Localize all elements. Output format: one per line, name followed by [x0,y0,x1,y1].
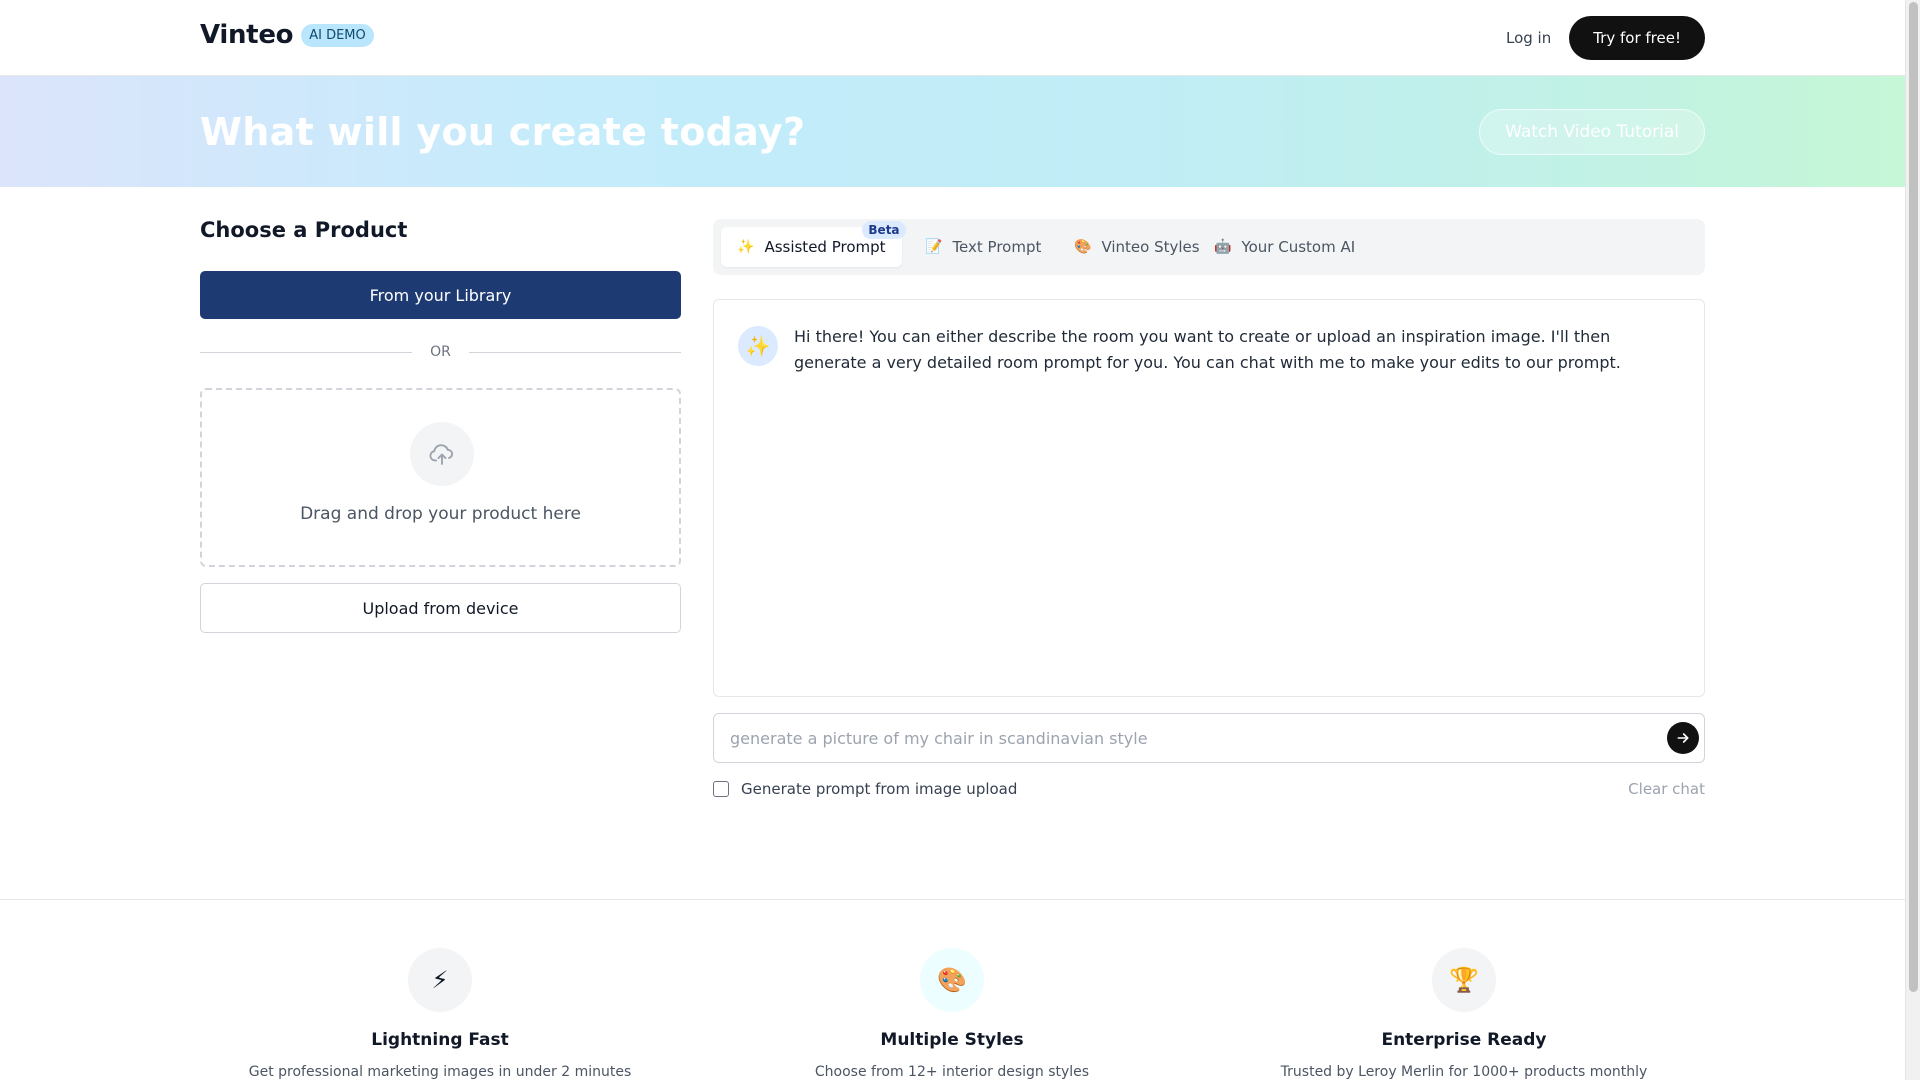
tab-label: Assisted Prompt [764,238,886,256]
or-divider: OR [200,342,681,362]
feature-title: Enterprise Ready [1381,1030,1547,1050]
assistant-avatar-sparkles-icon: ✨ [738,326,778,366]
top-nav: Vinteo AI DEMO Log in Try for free! [0,0,1905,76]
checkbox-label: Generate prompt from image upload [741,780,1018,798]
page-scrollbar[interactable] [1905,0,1920,1080]
robot-icon: 🤖 [1214,239,1232,255]
chat-input-row [713,713,1705,763]
ai-demo-badge: AI DEMO [301,23,374,47]
feature-title: Multiple Styles [880,1030,1024,1050]
try-for-free-button[interactable]: Try for free! [1569,16,1705,60]
tab-label: Text Prompt [952,238,1042,256]
tab-your-custom-ai[interactable]: 🤖 Your Custom AI [1198,227,1371,267]
login-link[interactable]: Log in [1504,21,1553,55]
tab-text-prompt[interactable]: 📝 Text Prompt [909,227,1057,267]
chat-window[interactable]: ✨ Hi there! You can either describe the … [713,299,1705,697]
feature-multiple-styles: 🎨 Multiple Styles Choose from 12+ interi… [696,948,1208,1080]
scrollbar-thumb[interactable] [1909,2,1918,992]
upload-from-device-button[interactable]: Upload from device [200,583,681,633]
feature-title: Lightning Fast [371,1030,509,1050]
feature-lightning-fast: ⚡ Lightning Fast Get professional market… [184,948,696,1080]
hero-banner: What will you create today? Watch Video … [0,76,1905,187]
generate-from-image-option: Generate prompt from image upload [713,780,1017,798]
brand-logo-text: Vinteo [200,20,294,50]
feature-enterprise-ready: 🏆 Enterprise Ready Trusted by Leroy Merl… [1208,948,1720,1080]
palette-icon: 🎨 [1074,239,1092,255]
cloud-upload-icon [410,422,474,486]
feature-description: Choose from 12+ interior design styles [814,1064,1090,1080]
clear-chat-link[interactable]: Clear chat [1628,780,1705,798]
palette-icon: 🎨 [920,948,984,1012]
prompt-tabs: ✨ Assisted Prompt Beta 📝 Text Prompt 🎨 V… [713,219,1705,275]
send-button[interactable] [1667,722,1699,754]
generate-from-image-checkbox[interactable] [713,781,729,797]
divider-line [200,351,413,353]
feature-description: Get professional marketing images in und… [248,1064,632,1080]
product-dropzone[interactable]: Drag and drop your product here [200,388,681,567]
product-panel: Choose a Product From your Library OR Dr… [200,218,681,633]
chat-input[interactable] [730,714,1630,762]
lightning-icon: ⚡ [408,948,472,1012]
tab-assisted-prompt[interactable]: ✨ Assisted Prompt Beta [721,221,906,267]
tab-vinteo-styles[interactable]: 🎨 Vinteo Styles [1058,227,1216,267]
feature-description: Trusted by Leroy Merlin for 1000+ produc… [1280,1064,1648,1080]
trophy-icon: 🏆 [1432,948,1496,1012]
dropzone-text: Drag and drop your product here [300,504,581,524]
brand[interactable]: Vinteo AI DEMO [200,20,374,50]
from-library-button[interactable]: From your Library [200,271,681,319]
header-actions: Log in Try for free! [1504,16,1705,60]
choose-product-heading: Choose a Product [200,218,408,242]
tab-label: Vinteo Styles [1101,238,1200,256]
watch-video-tutorial-button[interactable]: Watch Video Tutorial [1479,109,1705,155]
page: Vinteo AI DEMO Log in Try for free! What… [0,0,1905,1080]
features-section: ⚡ Lightning Fast Get professional market… [0,899,1905,1080]
sparkles-icon: ✨ [737,239,755,255]
divider-line [468,351,681,353]
memo-icon: 📝 [925,239,943,255]
tab-label: Your Custom AI [1241,238,1356,256]
arrow-right-icon [1677,733,1689,743]
assistant-message: Hi there! You can either describe the ro… [794,327,1621,372]
or-label: OR [430,344,451,360]
hero-title: What will you create today? [200,110,806,154]
beta-badge: Beta [862,221,906,239]
